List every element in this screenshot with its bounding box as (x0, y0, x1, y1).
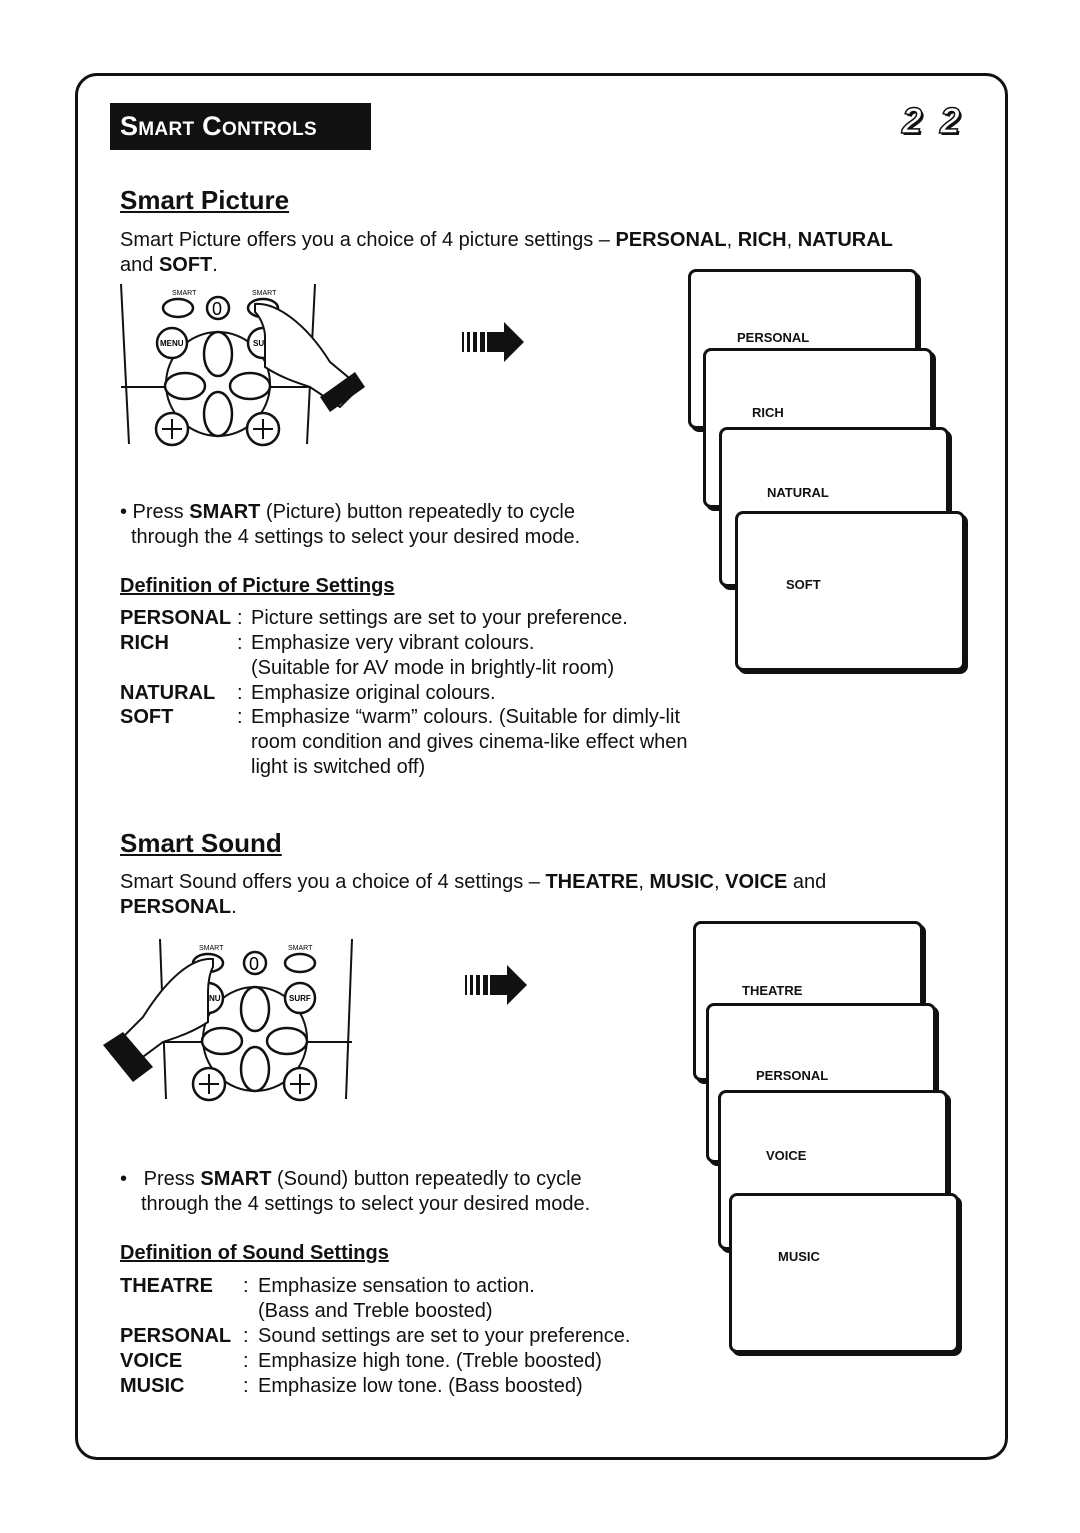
picture-intro-line1: Smart Picture offers you a choice of 4 p… (120, 229, 893, 251)
colon: : (237, 632, 243, 654)
colon: : (237, 607, 243, 629)
sound-bullet-line2: through the 4 settings to select your de… (141, 1193, 591, 1215)
colon: : (243, 1350, 249, 1372)
sound-definition-heading: Definition of Sound Settings (120, 1242, 389, 1264)
pdef-desc: Emphasize “warm” colours. (Suitable for … (251, 706, 681, 728)
sound-intro-line2: PERSONAL. (120, 896, 237, 918)
svg-text:0: 0 (212, 299, 222, 319)
svg-text:SURF: SURF (289, 994, 311, 1003)
pdef-desc: Emphasize original colours. (251, 682, 496, 704)
colon: : (237, 706, 243, 728)
colon: : (243, 1375, 249, 1397)
colon: : (243, 1325, 249, 1347)
sdef-term: MUSIC (120, 1375, 185, 1397)
pdef-term: RICH (120, 632, 169, 654)
sdef-term: VOICE (120, 1350, 183, 1372)
smart-sound-button (161, 297, 195, 319)
picture-intro-line2: and SOFT. (120, 254, 218, 276)
sdef-term: THEATRE (120, 1275, 213, 1297)
colon: : (243, 1275, 249, 1297)
smart-sound-label: SMART (172, 290, 197, 297)
sound-intro-line1: Smart Sound offers you a choice of 4 set… (120, 871, 827, 893)
screen-picture-4: SOFT (735, 511, 965, 671)
sdef-desc: Emphasize low tone. (Bass boosted) (258, 1375, 583, 1397)
pdef-desc: room condition and gives cinema-like eff… (251, 731, 688, 753)
arrow-right-icon (465, 965, 527, 1005)
picture-bullet-line2: through the 4 settings to select your de… (131, 526, 581, 548)
pdef-desc: Emphasize very vibrant colours. (251, 632, 535, 654)
picture-bullet-line1: • Press SMART (Picture) button repeatedl… (120, 501, 575, 523)
picture-definition-heading: Definition of Picture Settings (120, 575, 395, 597)
remote-illustration-picture: SMART SMART 0 MENU SUR (120, 283, 365, 447)
pdef-desc: (Suitable for AV mode in brightly-lit ro… (251, 657, 615, 679)
sdef-desc: Sound settings are set to your preferenc… (258, 1325, 631, 1347)
page-number: 2 2 (901, 99, 965, 142)
pdef-term: SOFT (120, 706, 174, 728)
sdef-term: PERSONAL (120, 1325, 232, 1347)
svg-text:SMART: SMART (288, 945, 313, 952)
section-title: Smart Controls (120, 111, 317, 141)
pdef-term: NATURAL (120, 682, 216, 704)
pdef-term: PERSONAL (120, 607, 232, 629)
manual-page: Smart Controls 2 2 Smart Picture Smart P… (0, 0, 1080, 1533)
svg-text:MENU: MENU (160, 339, 184, 348)
remote-illustration-sound: SMART SMART 0 MENU SURF (103, 938, 353, 1102)
smart-picture-label: SMART (252, 290, 277, 297)
sdef-desc: Emphasize high tone. (Treble boosted) (258, 1350, 602, 1372)
smart-sound-heading: Smart Sound (120, 828, 282, 858)
arrow-right-icon (462, 322, 524, 362)
sdef-desc: Emphasize sensation to action. (258, 1275, 535, 1297)
colon: : (237, 682, 243, 704)
pdef-desc: light is switched off) (251, 756, 426, 778)
smart-picture-heading: Smart Picture (120, 185, 290, 215)
svg-text:0: 0 (249, 954, 259, 974)
sound-bullet-line1: • Press SMART (Sound) button repeatedly … (120, 1168, 582, 1190)
sdef-desc: (Bass and Treble boosted) (258, 1300, 493, 1322)
screen-sound-4: MUSIC (729, 1193, 959, 1353)
svg-text:SMART: SMART (199, 945, 224, 952)
section-header: Smart Controls (110, 103, 371, 150)
pdef-desc: Picture settings are set to your prefere… (251, 607, 628, 629)
